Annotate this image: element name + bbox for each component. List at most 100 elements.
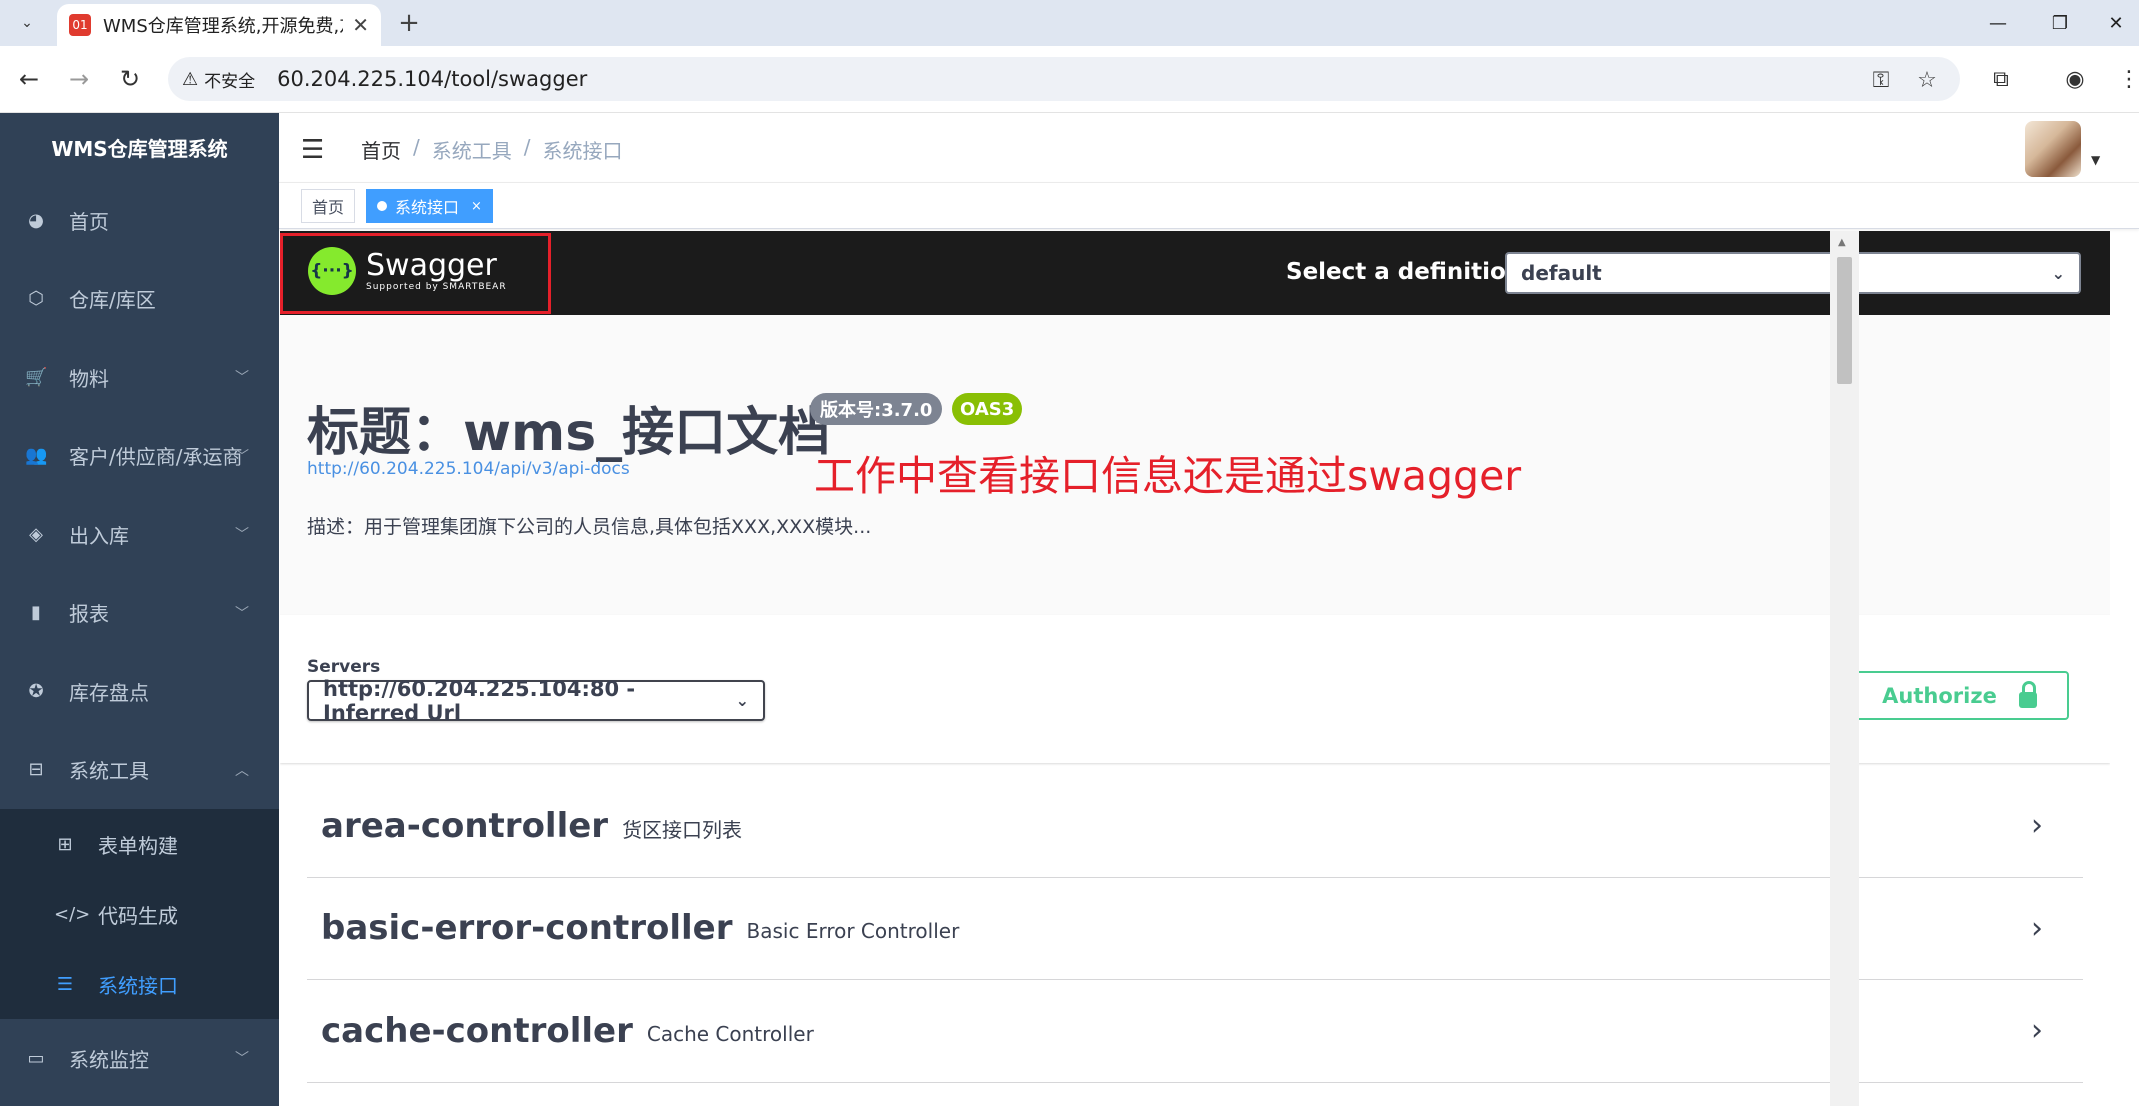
hamburger-icon[interactable]: ☰	[301, 135, 324, 165]
minimize-icon[interactable]: —	[1978, 6, 2018, 40]
back-arrow-icon[interactable]: ←	[12, 62, 46, 96]
controller-desc: 货区接口列表	[622, 818, 743, 843]
sidebar-item-label: 客户/供应商/承运商	[69, 445, 243, 470]
controller-row[interactable]: basic-error-controller Basic Error Contro…	[307, 878, 2083, 980]
sidebar-item-label: 系统监控	[69, 1047, 149, 1072]
address-bar[interactable]: ⚠ 不安全 60.204.225.104/tool/swagger ⚿ ☆	[168, 57, 1960, 101]
chevron-icon: ︿	[235, 762, 249, 779]
version-badge: 版本号:3.7.0	[810, 393, 943, 425]
controller-row[interactable]: area-controller 货区接口列表 ›	[307, 775, 2083, 878]
sidebar-title: WMS仓库管理系统	[51, 136, 228, 161]
controller-name: cache-controller	[321, 1010, 633, 1051]
key-icon[interactable]: ⚿	[1866, 65, 1896, 95]
warehouse-icon: ⬡	[28, 288, 44, 310]
server-value: http://60.204.225.104:80 - Inferred Url	[323, 676, 636, 725]
tag-home-label: 首页	[312, 198, 345, 217]
dashboard-icon: ◕	[28, 209, 44, 231]
restore-icon[interactable]: ❐	[2040, 6, 2080, 40]
subitem-icon: </>	[54, 903, 91, 925]
sidebar-item[interactable]: ◈ 出入库 ﹀	[0, 495, 279, 574]
sidebar-item-monitor[interactable]: ▭ 系统监控 ﹀	[0, 1019, 279, 1098]
highlight-box	[280, 233, 551, 314]
reload-icon[interactable]: ↻	[113, 62, 147, 96]
tag-close-icon[interactable]: ×	[471, 199, 482, 214]
breadcrumb: 首页 / 系统工具 / 系统接口	[361, 135, 623, 164]
scroll-up-icon[interactable]: ▲	[1838, 237, 1846, 248]
chevron-icon: ﹀	[235, 527, 249, 544]
sidebar-item-label: 物料	[69, 366, 109, 391]
sidebar-item-label: 出入库	[69, 523, 129, 548]
breadcrumb-home[interactable]: 首页	[361, 135, 401, 164]
window-close-icon[interactable]: ✕	[2096, 6, 2136, 40]
cart-icon: 🛒	[25, 366, 48, 388]
tags-view: 首页 系统接口 ×	[279, 183, 2139, 229]
sidebar: WMS仓库管理系统 ◕ 首页 ⬡ 仓库/库区 🛒 物料 ﹀ 👥 客户/供应商/承运商 ﹀ ◈ 出入库 ﹀…	[0, 113, 279, 1106]
forward-arrow-icon[interactable]: →	[62, 62, 96, 96]
authorize-label: Authorize	[1882, 683, 1997, 708]
browser-tab-strip: ⌄ 01 WMS仓库管理系统,开源免费,友 ✕ + — ❐ ✕	[0, 0, 2139, 46]
profile-icon[interactable]: ◉	[2058, 62, 2092, 96]
extensions-icon[interactable]: ⧉	[1984, 62, 2018, 96]
avatar[interactable]	[2025, 121, 2081, 177]
sidebar-subitem-label: 系统接口	[98, 973, 178, 998]
tab-search-icon[interactable]: ⌄	[12, 8, 42, 38]
sidebar-item[interactable]: ◕ 首页	[0, 181, 279, 260]
tag-system-api[interactable]: 系统接口 ×	[366, 189, 493, 223]
definition-select[interactable]: default ⌄	[1505, 252, 2081, 294]
sidebar-item[interactable]: ⊟ 系统工具 ︿	[0, 731, 279, 810]
controller-row[interactable]: cache-controller Cache Controller ›	[307, 980, 2083, 1083]
chevron-icon: ﹀	[235, 1051, 249, 1068]
annotation-text: 工作中查看接口信息还是通过swagger	[814, 452, 1522, 500]
sidebar-item-label: 首页	[69, 209, 109, 234]
bookmark-star-icon[interactable]: ☆	[1912, 65, 1942, 95]
url-text[interactable]: 60.204.225.104/tool/swagger	[277, 67, 587, 91]
breadcrumb-system-tools: 系统工具	[431, 139, 512, 163]
sidebar-item[interactable]: 🛒 物料 ﹀	[0, 338, 279, 417]
bar-chart-icon: ▮	[31, 602, 41, 624]
sidebar-subitem-label: 表单构建	[98, 833, 178, 858]
api-docs-link[interactable]: http://60.204.225.104/api/v3/api-docs	[307, 459, 630, 479]
authorize-button[interactable]: Authorize	[1850, 671, 2069, 720]
tag-home[interactable]: 首页	[301, 189, 356, 223]
browser-menu-icon[interactable]: ⋮	[2112, 62, 2139, 96]
subitem-icon: ☰	[56, 973, 74, 995]
browser-tab[interactable]: 01 WMS仓库管理系统,开源免费,友 ✕	[57, 4, 381, 46]
layers-icon: ◈	[29, 523, 43, 545]
toolbox-icon: ⊟	[28, 759, 44, 781]
server-select[interactable]: http://60.204.225.104:80 - Inferred Url …	[307, 677, 765, 725]
insecure-label[interactable]: 不安全	[204, 67, 255, 92]
sidebar-item-label: 系统工具	[69, 759, 149, 784]
chevron-right-icon: ›	[2031, 808, 2043, 844]
monitor-icon: ▭	[27, 1047, 45, 1069]
scrollbar[interactable]: ▲	[1830, 231, 1859, 1106]
servers-label: Servers	[307, 657, 381, 677]
sidebar-subitem[interactable]: </> 代码生成	[0, 879, 279, 949]
breadcrumb-system-api: 系统接口	[542, 139, 623, 163]
sidebar-subitem[interactable]: ⊞ 表单构建	[0, 809, 279, 879]
new-tab-button[interactable]: +	[392, 6, 426, 40]
api-title: 标题：wms_接口文档	[307, 403, 831, 463]
tab-title: WMS仓库管理系统,开源免费,友	[103, 16, 343, 37]
chevron-icon: ﹀	[235, 370, 249, 387]
chevron-right-icon: ›	[2031, 910, 2043, 946]
sidebar-subitem-label: 代码生成	[98, 903, 178, 928]
subitem-icon: ⊞	[57, 833, 73, 855]
lock-icon	[2018, 680, 2037, 708]
sidebar-item[interactable]: ⬡ 仓库/库区	[0, 260, 279, 339]
tag-system-api-label: 系统接口	[395, 198, 460, 217]
active-dot-icon	[377, 201, 387, 211]
sidebar-subitem[interactable]: ☰ 系统接口	[0, 949, 279, 1019]
sidebar-item[interactable]: 👥 客户/供应商/承运商 ﹀	[0, 417, 279, 496]
warning-icon[interactable]: ⚠	[182, 69, 198, 90]
chevron-icon: ﹀	[235, 448, 249, 465]
tab-close-icon[interactable]: ✕	[352, 13, 369, 37]
sidebar-item[interactable]: ✪ 库存盘点	[0, 652, 279, 731]
sidebar-item-label: 仓库/库区	[69, 288, 156, 313]
sidebar-item[interactable]: ▮ 报表 ﹀	[0, 574, 279, 653]
cycle-icon: ✪	[28, 680, 44, 702]
tab-favicon: 01	[69, 14, 91, 36]
app-header: ☰ 首页 / 系统工具 / 系统接口 ▼	[279, 113, 2139, 183]
scrollbar-thumb[interactable]	[1837, 257, 1852, 384]
sidebar-item-label: 库存盘点	[69, 680, 149, 705]
caret-down-icon[interactable]: ▼	[2091, 153, 2100, 167]
